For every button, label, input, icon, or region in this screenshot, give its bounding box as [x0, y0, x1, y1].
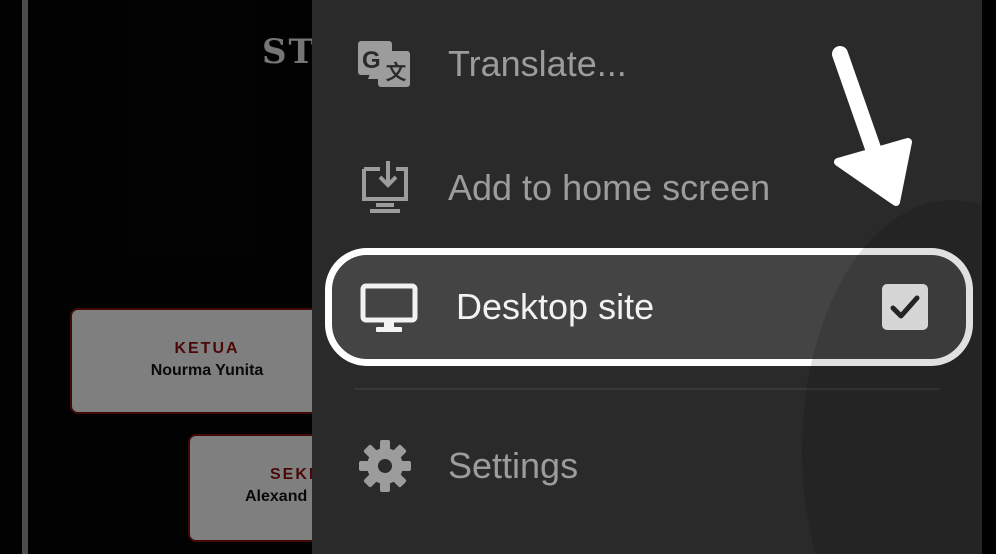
desktop-site-checkbox[interactable] [882, 284, 928, 330]
menu-scrim[interactable] [0, 0, 312, 554]
menu-item-settings[interactable]: Settings [312, 418, 982, 514]
desktop-monitor-icon [360, 283, 418, 332]
add-to-home-screen-icon [362, 161, 408, 213]
gear-icon [359, 440, 411, 492]
checkmark-icon [890, 295, 920, 319]
annotation-arrow-icon [832, 46, 912, 206]
menu-item-label: Desktop site [456, 286, 655, 327]
menu-divider [354, 388, 940, 390]
menu-item-label: Settings [448, 445, 579, 486]
menu-item-label: Add to home screen [448, 167, 771, 208]
menu-item-label: Translate... [448, 43, 627, 84]
google-translate-icon: G 文 [358, 41, 410, 87]
screen-right-edge [982, 0, 996, 554]
menu-item-desktop-site[interactable]: Desktop site [325, 248, 973, 366]
svg-text:文: 文 [386, 60, 407, 84]
svg-text:G: G [362, 47, 381, 74]
